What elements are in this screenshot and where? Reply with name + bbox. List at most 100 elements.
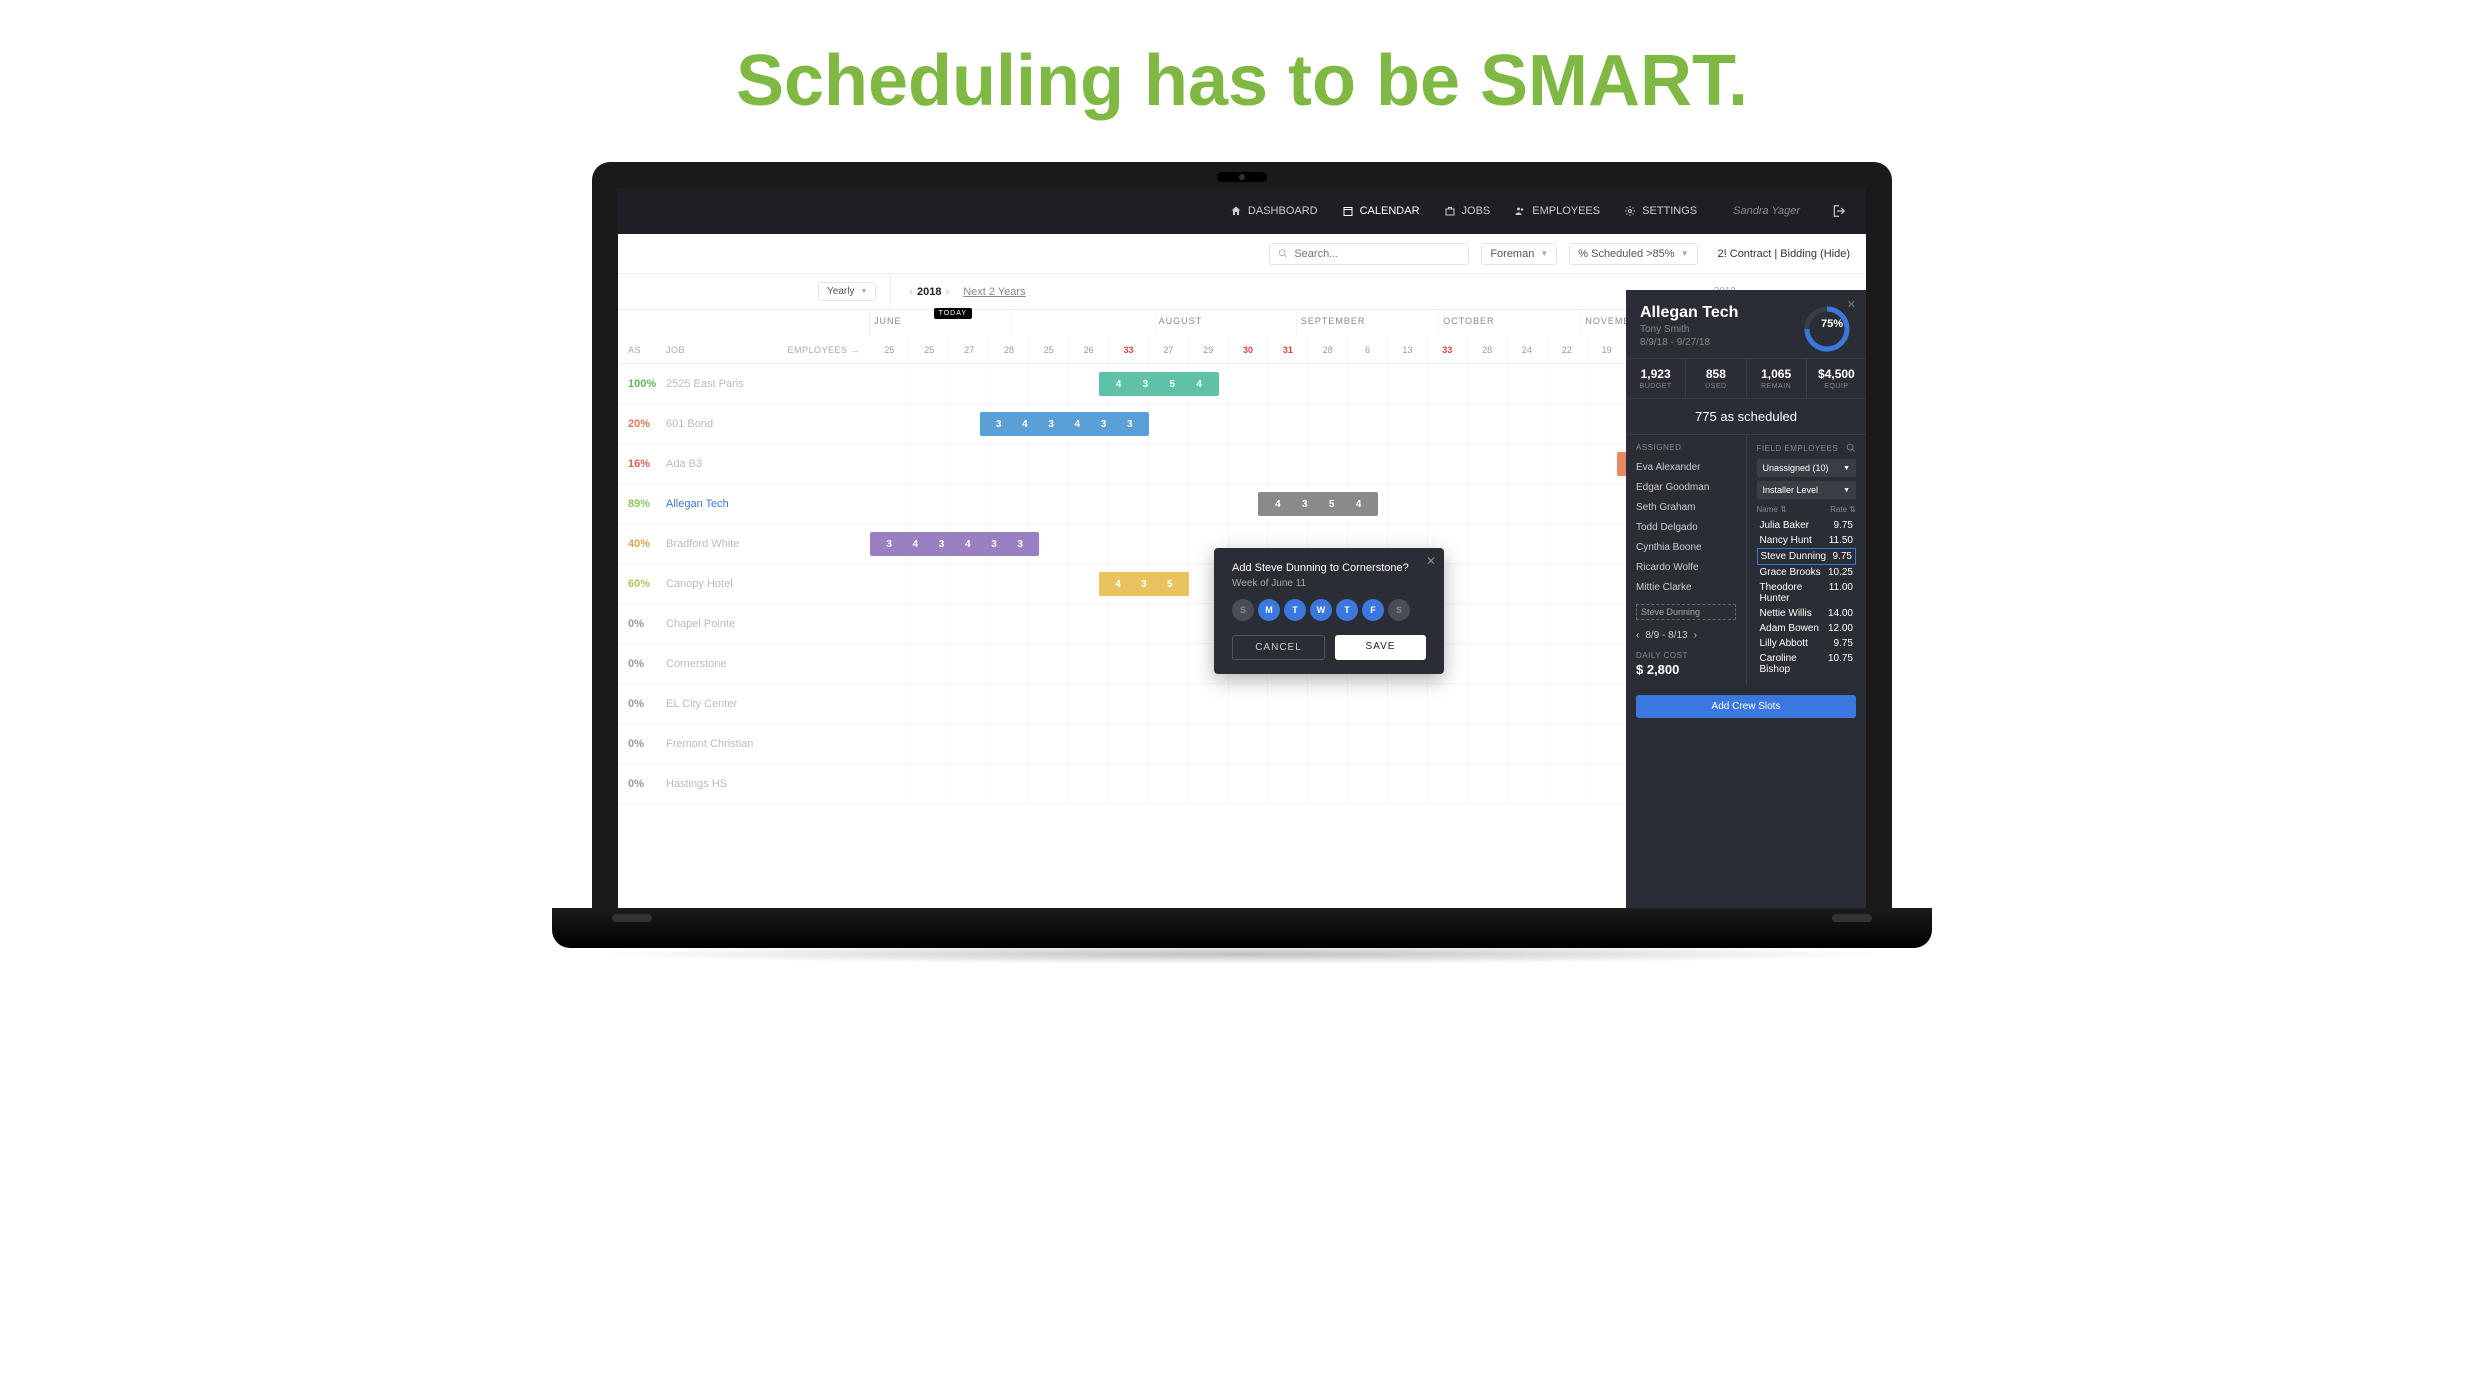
installer-label: Installer Level (1763, 485, 1819, 495)
assigned-item[interactable]: Todd Delgado (1636, 518, 1736, 538)
col-as: AS (628, 345, 666, 355)
emp-rate-header[interactable]: Rate ⇅ (1830, 505, 1856, 514)
employee-row[interactable]: Grace Brooks10.25 (1757, 565, 1857, 580)
assigned-item[interactable]: Eva Alexander (1636, 458, 1736, 478)
schedule-bar[interactable]: 343433 (870, 532, 1039, 556)
job-name: Canopy Hotel (666, 578, 733, 590)
nav-user[interactable]: Sandra Yager (1733, 205, 1800, 217)
close-icon[interactable]: ✕ (1426, 554, 1436, 568)
col-employees: EMPLOYEES → (787, 345, 860, 355)
employee-row[interactable]: Steve Dunning9.75 (1757, 548, 1857, 565)
nav-dashboard[interactable]: DASHBOARD (1230, 205, 1318, 217)
day-chip[interactable]: S (1388, 599, 1410, 621)
drag-target[interactable]: Steve Dunning (1636, 604, 1736, 620)
day-chip[interactable]: T (1284, 599, 1306, 621)
employee-row[interactable]: Adam Bowen12.00 (1757, 621, 1857, 636)
laptop-base (552, 908, 1932, 948)
calendar-icon (1342, 205, 1354, 217)
add-employee-popup: ✕ Add Steve Dunning to Cornerstone? Week… (1214, 548, 1444, 674)
nav-settings-label: SETTINGS (1642, 205, 1697, 217)
day-col: 29 (1189, 336, 1229, 363)
schedule-bar[interactable]: 435 (1099, 572, 1189, 596)
popup-subtitle: Week of June 11 (1232, 578, 1426, 589)
job-pct: 89% (628, 498, 666, 510)
day-col: 13 (1388, 336, 1428, 363)
cancel-button[interactable]: CANCEL (1232, 635, 1325, 660)
assigned-item[interactable]: Ricardo Wolfe (1636, 558, 1736, 578)
day-chip[interactable]: T (1336, 599, 1358, 621)
day-col: 26 (1069, 336, 1109, 363)
nav-calendar-label: CALENDAR (1360, 205, 1420, 217)
assigned-item[interactable]: Mittie Clarke (1636, 578, 1736, 598)
home-icon (1230, 205, 1242, 217)
nav-jobs-label: JOBS (1462, 205, 1491, 217)
nav-employees-label: EMPLOYEES (1532, 205, 1600, 217)
yearly-select[interactable]: Yearly ▼ (818, 282, 876, 301)
job-pct: 60% (628, 578, 666, 590)
assigned-item[interactable]: Seth Graham (1636, 498, 1736, 518)
day-col: 25 (910, 336, 950, 363)
job-pct: 0% (628, 698, 666, 710)
day-chips: SMTWTFS (1232, 599, 1426, 621)
unassigned-label: Unassigned (10) (1763, 463, 1829, 473)
contract-status[interactable]: 2! Contract | Bidding (Hide) (1718, 248, 1850, 260)
employee-row[interactable]: Nancy Hunt11.50 (1757, 533, 1857, 548)
logout-icon[interactable] (1832, 204, 1846, 218)
day-chip[interactable]: M (1258, 599, 1280, 621)
employee-row[interactable]: Julia Baker9.75 (1757, 518, 1857, 533)
search-input[interactable] (1294, 248, 1460, 260)
day-col: 25 (870, 336, 910, 363)
schedule-bar[interactable]: 4354 (1099, 372, 1219, 396)
schedule-bar[interactable]: 4354 (1258, 492, 1378, 516)
job-pct: 100% (628, 378, 666, 390)
schedule-bar[interactable]: 343433 (980, 412, 1149, 436)
nav-settings[interactable]: SETTINGS (1624, 205, 1697, 217)
job-name: EL City Center (666, 698, 737, 710)
day-chip[interactable]: W (1310, 599, 1332, 621)
nav-calendar[interactable]: CALENDAR (1342, 205, 1420, 217)
job-name: 2525 East Paris (666, 378, 744, 390)
prev-year-button[interactable]: ‹ (905, 286, 917, 298)
chevron-down-icon: ▼ (860, 288, 867, 295)
employee-row[interactable]: Nettie Willis14.00 (1757, 606, 1857, 621)
nav-employees[interactable]: EMPLOYEES (1514, 205, 1600, 217)
panel-stats: 1,923BUDGET858USED1,065REMAIN$4,500EQUIP (1626, 358, 1866, 399)
search-box[interactable] (1269, 243, 1469, 265)
emp-name-header[interactable]: Name ⇅ (1757, 505, 1787, 514)
day-chip[interactable]: S (1232, 599, 1254, 621)
installer-select[interactable]: Installer Level ▼ (1757, 481, 1857, 499)
date-range-label: 8/9 - 8/13 (1645, 630, 1687, 641)
next-years-link[interactable]: Next 2 Years (963, 286, 1025, 298)
nav-dashboard-label: DASHBOARD (1248, 205, 1318, 217)
unassigned-select[interactable]: Unassigned (10) ▼ (1757, 459, 1857, 477)
prev-week-button[interactable]: ‹ (1636, 630, 1639, 641)
stat-cell: 1,923BUDGET (1626, 359, 1686, 398)
daily-cost-value: $ 2,800 (1636, 662, 1736, 677)
foreman-filter[interactable]: Foreman ▼ (1481, 243, 1557, 265)
app-screen: DASHBOARD CALENDAR JOBS EMPLOYEES SETTIN… (618, 188, 1866, 908)
scheduled-label: % Scheduled >85% (1578, 248, 1674, 260)
day-col: 30 (1229, 336, 1269, 363)
employee-row[interactable]: Theodore Hunter11.00 (1757, 580, 1857, 606)
month-cell (1012, 310, 1154, 336)
save-button[interactable]: SAVE (1335, 635, 1426, 660)
search-icon[interactable] (1846, 443, 1856, 453)
assigned-item[interactable]: Edgar Goodman (1636, 478, 1736, 498)
next-year-button[interactable]: › (942, 286, 954, 298)
next-week-button[interactable]: › (1694, 630, 1697, 641)
employee-row[interactable]: Caroline Bishop10.75 (1757, 651, 1857, 677)
employee-row[interactable]: Lilly Abbott9.75 (1757, 636, 1857, 651)
assigned-item[interactable]: Cynthia Boone (1636, 538, 1736, 558)
job-pct: 0% (628, 618, 666, 630)
scheduled-count: 775 as scheduled (1626, 399, 1866, 435)
day-chip[interactable]: F (1362, 599, 1384, 621)
job-name: Hastings HS (666, 778, 727, 790)
job-name: Ada B3 (666, 458, 702, 470)
year-label: 2018 (917, 286, 941, 298)
search-icon (1278, 248, 1288, 259)
month-cell: SEPTEMBER (1297, 310, 1439, 336)
job-pct: 40% (628, 538, 666, 550)
add-crew-button[interactable]: Add Crew Slots (1636, 695, 1856, 718)
scheduled-filter[interactable]: % Scheduled >85% ▼ (1569, 243, 1697, 265)
nav-jobs[interactable]: JOBS (1444, 205, 1491, 217)
